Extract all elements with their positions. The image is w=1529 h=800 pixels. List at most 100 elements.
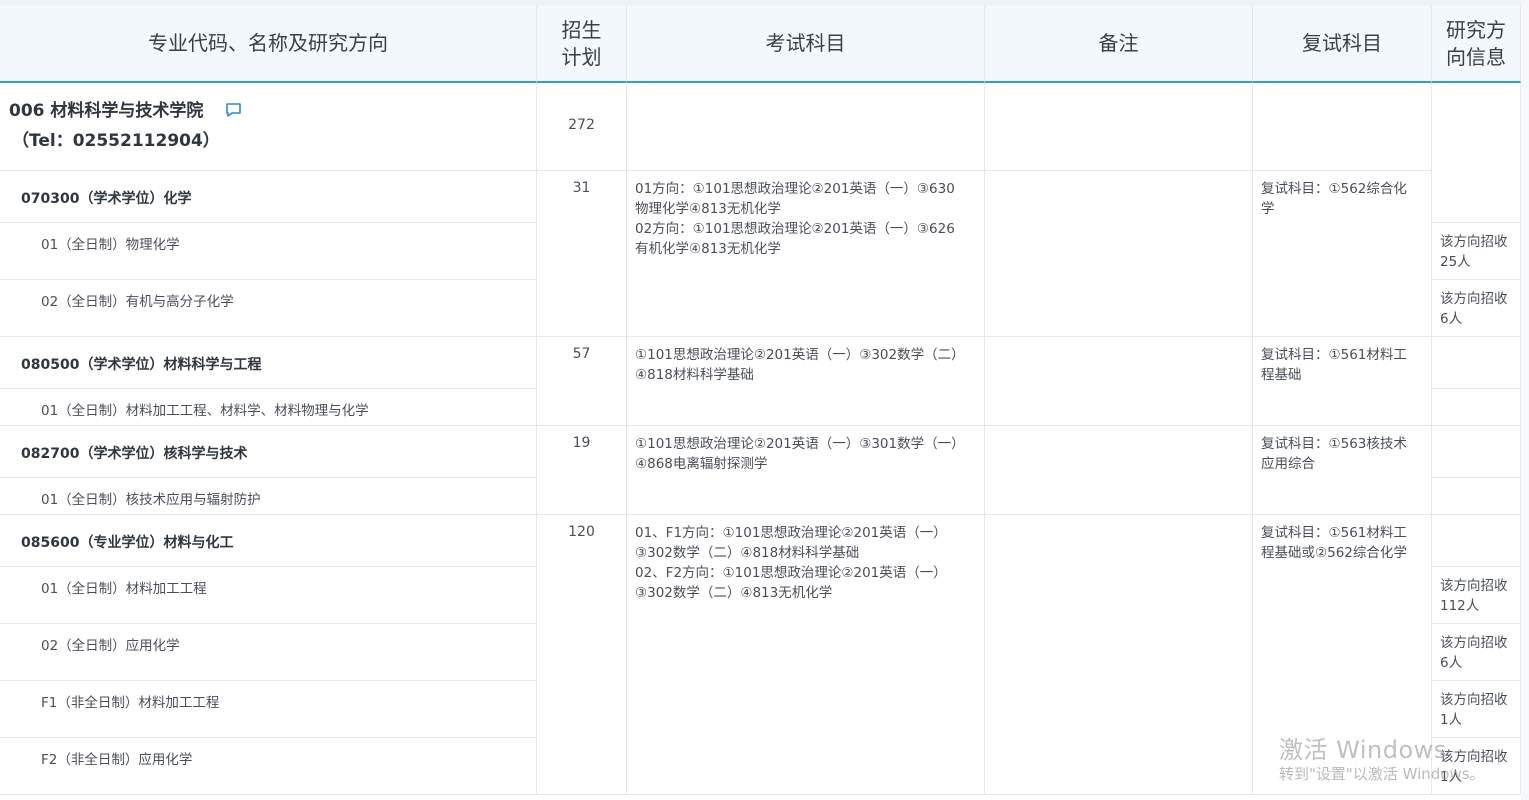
direction-name: 01（全日制）核技术应用与辐射防护 [41, 492, 261, 508]
direction-info-cell [1432, 389, 1521, 426]
retest-subjects: 复试科目：①562综合化学 [1261, 179, 1407, 219]
exam-line: ③302数学（二）④813无机化学 [635, 585, 833, 601]
exam-line: ④818材料科学基础 [635, 367, 754, 383]
college-cell: 006 材料科学与技术学院 （Tel：02552112904） [0, 83, 537, 171]
exam-subjects: 01、F1方向：①101思想政治理论②201英语（一） ③302数学（二）④818… [635, 523, 947, 603]
major-info-cell [1432, 426, 1521, 478]
exam-subjects: ①101思想政治理论②201英语（一）③302数学（二） ④818材料科学基础 [635, 345, 965, 385]
exam-line: 02、F2方向：①101思想政治理论②201英语（一） [635, 565, 947, 581]
major-plan-cell: 120 [537, 515, 627, 795]
college-name: 006 材料科学与技术学院 [9, 101, 204, 121]
major-title: 070300（学术学位）化学 [21, 191, 192, 207]
quota-line: 1人 [1440, 712, 1463, 728]
major-retest-cell: 复试科目：①562综合化学 [1253, 171, 1432, 337]
exam-line: 02方向：①101思想政治理论②201英语（一）③626 [635, 221, 955, 237]
college-info-cell [1432, 83, 1521, 223]
scrollbar-track[interactable] [1521, 0, 1529, 800]
header-direction-info: 研究方 向信息 [1432, 6, 1521, 83]
quota-line: 6人 [1440, 655, 1463, 671]
direction-name: F1（非全日制）材料加工工程 [41, 695, 220, 711]
quota-line: 该方向招收 [1440, 635, 1508, 651]
exam-line: 01方向：①101思想政治理论②201英语（一）③630 [635, 181, 955, 197]
retest-subjects: 复试科目：①561材料工 程基础 [1261, 345, 1407, 385]
major-title-cell: 085600（专业学位）材料与化工 [0, 515, 537, 567]
direction-name: F2（非全日制）应用化学 [41, 752, 193, 768]
retest-line: 复试科目：①561材料工 [1261, 525, 1407, 541]
direction-row: 01（全日制）材料加工工程 [0, 567, 537, 624]
major-exam-cell: 01方向：①101思想政治理论②201英语（一）③630 物理化学④813无机化学… [627, 171, 985, 337]
direction-name: 01（全日制）物理化学 [41, 237, 180, 253]
major-plan-cell: 31 [537, 171, 627, 337]
direction-info-cell: 该方向招收 6人 [1432, 624, 1521, 681]
major-remarks-cell [985, 515, 1253, 795]
direction-row: F1（非全日制）材料加工工程 [0, 681, 537, 738]
direction-quota: 该方向招收 112人 [1440, 576, 1508, 616]
major-plan: 19 [572, 435, 591, 451]
retest-line: 复试科目：①562综合化 [1261, 181, 1407, 197]
major-title-cell: 082700（学术学位）核科学与技术 [0, 426, 537, 478]
header-remarks: 备注 [985, 6, 1253, 83]
header-plan: 招生 计划 [537, 6, 627, 83]
quota-line: 25人 [1440, 254, 1471, 270]
direction-quota: 该方向招收 6人 [1440, 289, 1508, 329]
major-title-cell: 080500（学术学位）材料科学与工程 [0, 337, 537, 389]
retest-line: 应用综合 [1261, 456, 1315, 472]
major-remarks-cell [985, 171, 1253, 337]
direction-info-cell: 该方向招收 25人 [1432, 223, 1521, 280]
exam-line: ③302数学（二）④818材料科学基础 [635, 545, 860, 561]
retest-line: 复试科目：①563核技术 [1261, 436, 1407, 452]
exam-line: ①101思想政治理论②201英语（一）③302数学（二） [635, 347, 965, 363]
retest-line: 学 [1261, 201, 1275, 217]
comment-icon[interactable] [225, 102, 242, 118]
header-retest: 复试科目 [1253, 6, 1432, 83]
direction-quota: 该方向招收 25人 [1440, 232, 1508, 272]
header-major: 专业代码、名称及研究方向 [0, 6, 537, 83]
exam-line: 01、F1方向：①101思想政治理论②201英语（一） [635, 525, 947, 541]
direction-quota: 该方向招收 1人 [1440, 690, 1508, 730]
major-plan: 120 [568, 524, 595, 540]
exam-subjects: 01方向：①101思想政治理论②201英语（一）③630 物理化学④813无机化学… [635, 179, 955, 259]
major-plan-cell: 57 [537, 337, 627, 426]
direction-row: 01（全日制）物理化学 [0, 223, 537, 280]
major-title: 085600（专业学位）材料与化工 [21, 535, 234, 551]
major-remarks-cell [985, 337, 1253, 426]
exam-line: 物理化学④813无机化学 [635, 201, 781, 217]
major-exam-cell: ①101思想政治理论②201英语（一）③301数学（一） ④868电离辐射探测学 [627, 426, 985, 515]
quota-line: 112人 [1440, 598, 1480, 614]
major-retest-cell: 复试科目：①563核技术 应用综合 [1253, 426, 1432, 515]
quota-line: 6人 [1440, 311, 1463, 327]
direction-row: 01（全日制）材料加工工程、材料学、材料物理与化学 [0, 389, 537, 426]
direction-info-cell [1432, 478, 1521, 515]
major-plan: 57 [572, 346, 591, 362]
retest-subjects: 复试科目：①561材料工 程基础或②562综合化学 [1261, 523, 1407, 563]
quota-line: 该方向招收 [1440, 291, 1508, 307]
direction-name: 01（全日制）材料加工工程、材料学、材料物理与化学 [41, 403, 369, 419]
direction-info-cell: 该方向招收 112人 [1432, 567, 1521, 624]
major-exam-cell: ①101思想政治理论②201英语（一）③302数学（二） ④818材料科学基础 [627, 337, 985, 426]
quota-line: 该方向招收 [1440, 578, 1508, 594]
college-exam-cell [627, 83, 985, 171]
exam-subjects: ①101思想政治理论②201英语（一）③301数学（一） ④868电离辐射探测学 [635, 434, 965, 474]
major-retest-cell: 复试科目：①561材料工 程基础 [1253, 337, 1432, 426]
college-tel: （Tel：02552112904） [12, 131, 220, 151]
direction-row: 02（全日制）应用化学 [0, 624, 537, 681]
direction-name: 02（全日制）应用化学 [41, 638, 180, 654]
exam-line: ①101思想政治理论②201英语（一）③301数学（一） [635, 436, 965, 452]
direction-row: 01（全日制）核技术应用与辐射防护 [0, 478, 537, 515]
direction-name: 02（全日制）有机与高分子化学 [41, 294, 234, 310]
direction-row: 02（全日制）有机与高分子化学 [0, 280, 537, 337]
direction-name: 01（全日制）材料加工工程 [41, 581, 207, 597]
major-title-cell: 070300（学术学位）化学 [0, 171, 537, 223]
direction-info-cell: 该方向招收 6人 [1432, 280, 1521, 337]
direction-quota: 该方向招收 6人 [1440, 633, 1508, 673]
major-info-cell [1432, 515, 1521, 567]
direction-row: F2（非全日制）应用化学 [0, 738, 537, 795]
retest-line: 复试科目：①561材料工 [1261, 347, 1407, 363]
college-plan: 272 [568, 117, 595, 133]
exam-line: 有机化学④813无机化学 [635, 241, 781, 257]
major-plan-cell: 19 [537, 426, 627, 515]
admission-table: 专业代码、名称及研究方向 招生 计划 考试科目 备注 复试科目 研究方 向信息 006 材料科学… [0, 0, 1529, 800]
header-exam: 考试科目 [627, 6, 985, 83]
retest-line: 程基础或②562综合化学 [1261, 545, 1407, 561]
windows-activation-title: 激活 Windows [1279, 736, 1447, 764]
